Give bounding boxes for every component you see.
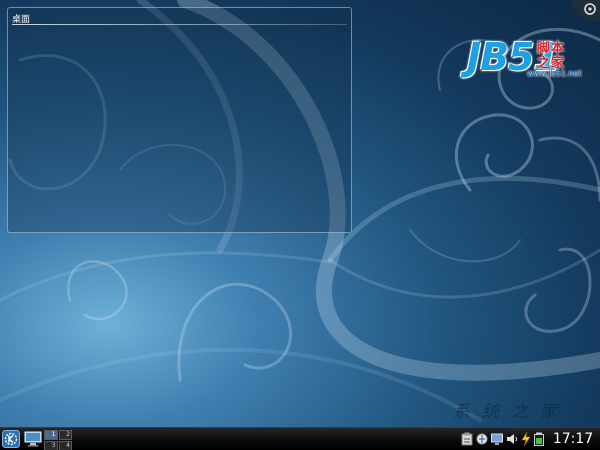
system-tray[interactable] — [437, 430, 545, 448]
desktop[interactable]: 桌面 JB51 脚本 之家 www.jb51.net 系统之家 1 2 3 4 — [0, 0, 600, 450]
virtual-desktop-pager[interactable]: 1 2 3 4 — [44, 430, 72, 450]
pager-desktop-4[interactable]: 4 — [58, 441, 72, 450]
klipper-icon[interactable] — [461, 432, 473, 446]
device-notifier-icon[interactable] — [520, 432, 532, 446]
jb51-logo: JB51 脚本 之家 www.jb51.net — [467, 34, 595, 84]
digital-clock[interactable]: 17:17 — [548, 429, 598, 449]
battery-icon[interactable] — [533, 432, 545, 446]
monitor-icon[interactable] — [491, 432, 503, 446]
folder-view-widget[interactable]: 桌面 — [7, 7, 352, 233]
pager-desktop-2[interactable]: 2 — [58, 430, 72, 440]
kde-menu-icon[interactable] — [2, 430, 20, 448]
pager-desktop-1[interactable]: 1 — [44, 430, 58, 440]
volume-icon[interactable] — [506, 432, 518, 446]
network-icon[interactable] — [476, 432, 488, 446]
folder-view-separator — [12, 24, 347, 25]
taskbar-panel[interactable]: 1 2 3 4 17:17 — [0, 427, 600, 450]
logo-url: www.jb51.net — [527, 69, 582, 78]
pager-desktop-3[interactable]: 3 — [44, 441, 58, 450]
watermark-text: 系统之家 — [453, 402, 569, 422]
show-desktop-icon[interactable] — [24, 431, 42, 447]
desktop-toolbox-icon[interactable] — [572, 0, 600, 22]
